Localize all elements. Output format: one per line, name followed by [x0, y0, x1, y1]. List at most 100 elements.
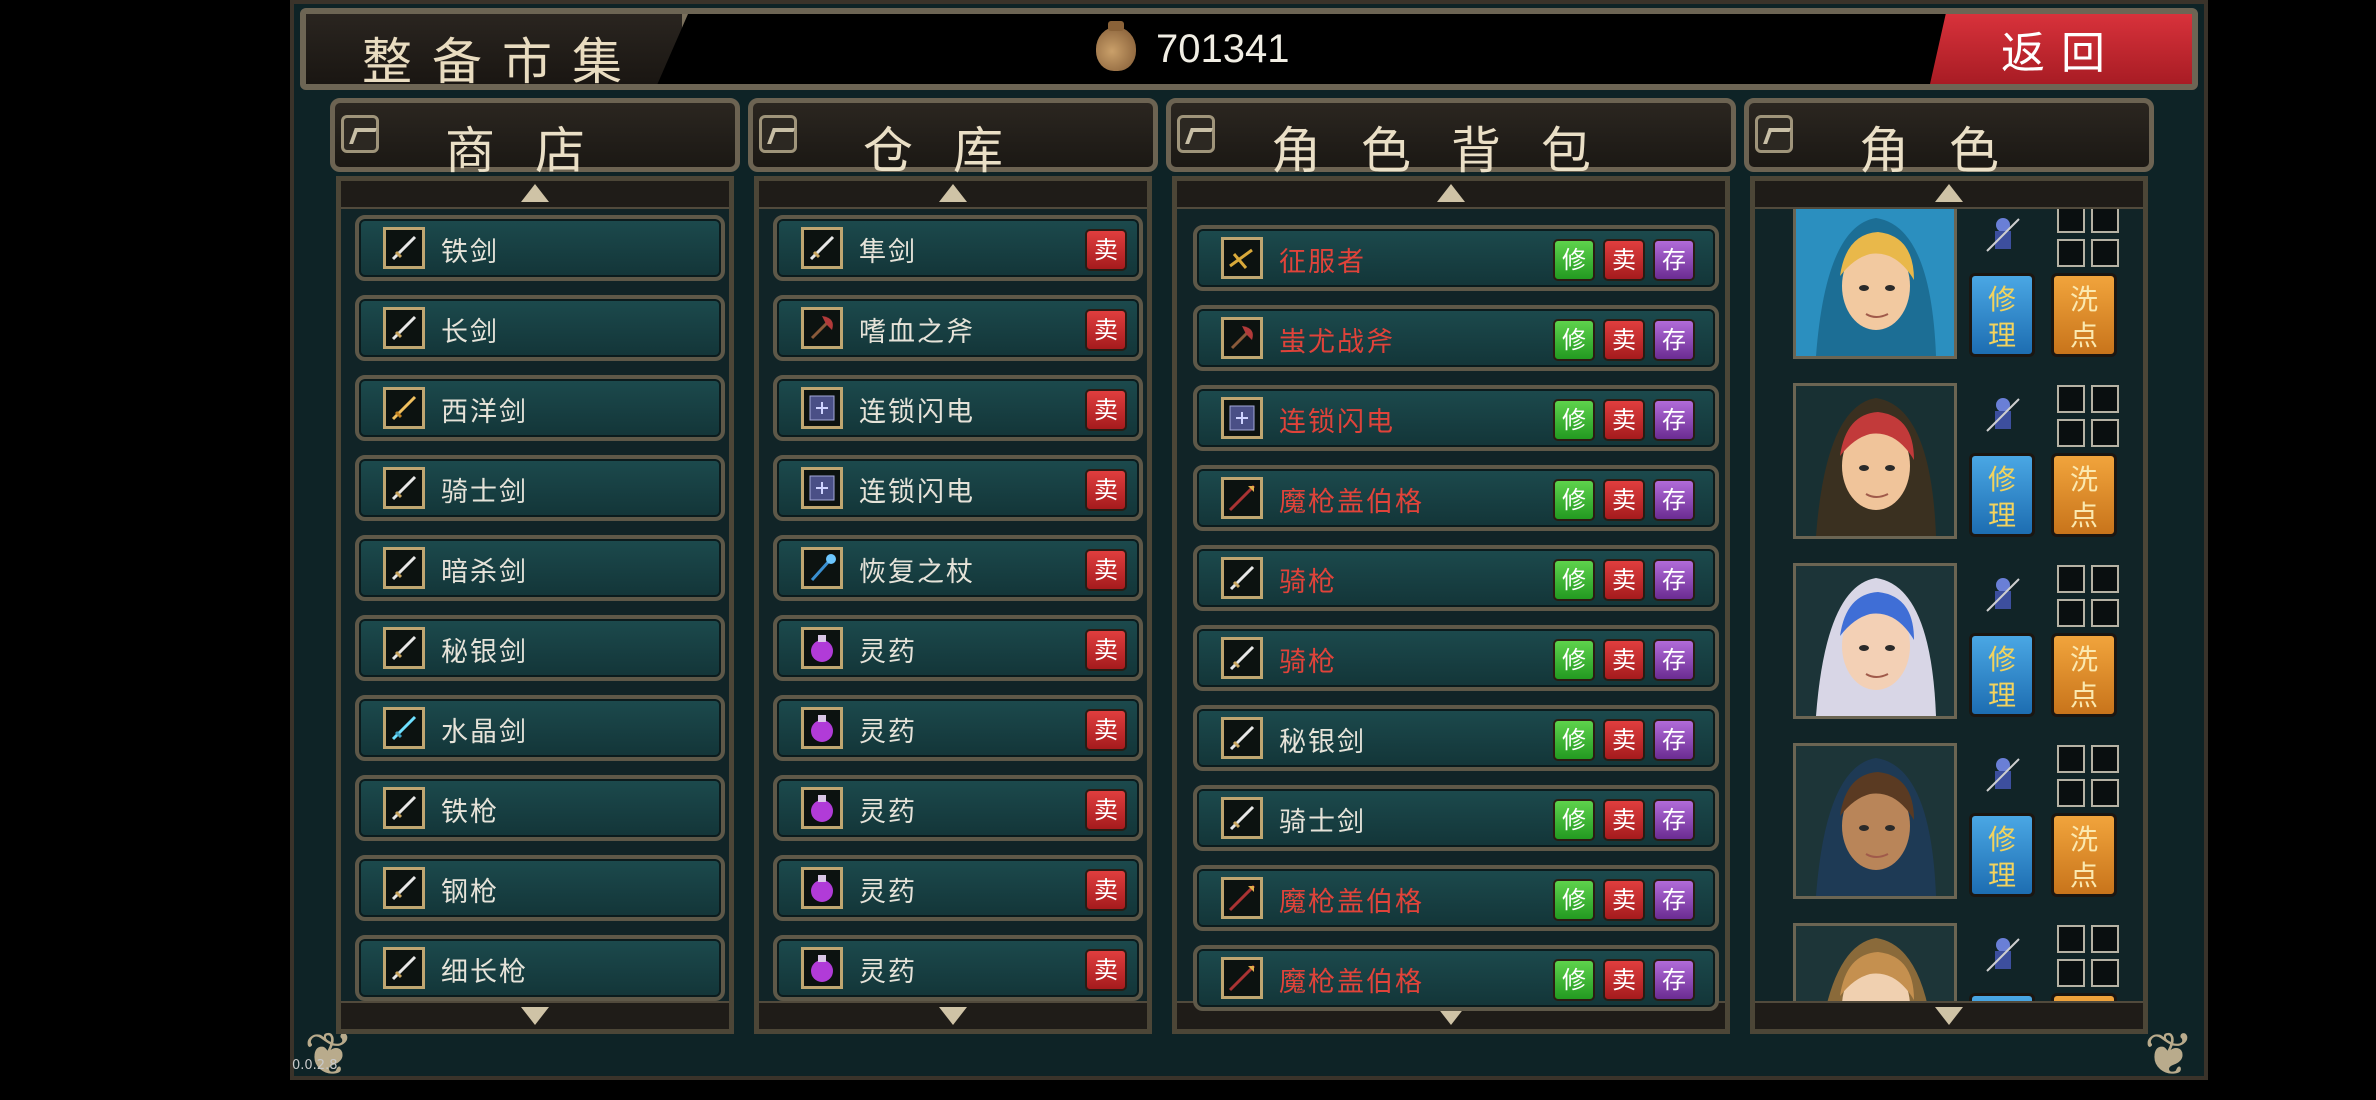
character-portrait[interactable] — [1793, 563, 1957, 719]
scroll-down-arrow[interactable] — [759, 1001, 1147, 1029]
bag-item-row[interactable]: 秘银剑 修卖存 — [1193, 705, 1719, 771]
store-button[interactable]: 存 — [1653, 959, 1695, 1001]
warehouse-item-row[interactable]: 连锁闪电 卖 — [773, 375, 1143, 441]
scroll-up-arrow[interactable] — [341, 181, 729, 209]
bag-item-row[interactable]: 骑枪 修卖存 — [1193, 625, 1719, 691]
bag-item-row[interactable]: 骑士剑 修卖存 — [1193, 785, 1719, 851]
equipment-slot[interactable] — [2057, 385, 2085, 413]
equipment-slot[interactable] — [2057, 779, 2085, 807]
shop-item-row[interactable]: 细长枪 — [355, 935, 725, 1001]
character-portrait[interactable] — [1793, 743, 1957, 899]
character-list[interactable]: 修理洗点修理洗点修理洗点修理洗点修理洗点 — [1750, 176, 2148, 1034]
sell-button[interactable]: 卖 — [1085, 869, 1127, 911]
equipment-slot[interactable] — [2057, 925, 2085, 953]
warehouse-item-row[interactable]: 灵药 卖 — [773, 615, 1143, 681]
shop-item-row[interactable]: 铁剑 — [355, 215, 725, 281]
bag-item-row[interactable]: 蚩尤战斧 修卖存 — [1193, 305, 1719, 371]
equipment-slot[interactable] — [2057, 205, 2085, 233]
store-button[interactable]: 存 — [1653, 559, 1695, 601]
reset-points-button[interactable]: 洗点 — [2051, 633, 2117, 717]
equipment-slot[interactable] — [2057, 239, 2085, 267]
equipment-slot[interactable] — [2057, 745, 2085, 773]
store-button[interactable]: 存 — [1653, 639, 1695, 681]
repair-button[interactable]: 修 — [1553, 319, 1595, 361]
warehouse-item-row[interactable]: 嗜血之斧 卖 — [773, 295, 1143, 361]
scroll-up-arrow[interactable] — [759, 181, 1147, 209]
return-button[interactable]: 返回 — [1930, 14, 2192, 84]
repair-button[interactable]: 修 — [1553, 799, 1595, 841]
bag-item-row[interactable]: 骑枪 修卖存 — [1193, 545, 1719, 611]
store-button[interactable]: 存 — [1653, 399, 1695, 441]
shop-item-row[interactable]: 骑士剑 — [355, 455, 725, 521]
equipment-slot[interactable] — [2057, 599, 2085, 627]
store-button[interactable]: 存 — [1653, 799, 1695, 841]
scroll-down-arrow[interactable] — [341, 1001, 729, 1029]
sell-button[interactable]: 卖 — [1603, 239, 1645, 281]
warehouse-item-row[interactable]: 恢复之杖 卖 — [773, 535, 1143, 601]
equipment-slot[interactable] — [2091, 779, 2119, 807]
sell-button[interactable]: 卖 — [1603, 959, 1645, 1001]
repair-button[interactable]: 修 — [1553, 879, 1595, 921]
sell-button[interactable]: 卖 — [1085, 549, 1127, 591]
equipment-slot[interactable] — [2057, 959, 2085, 987]
equipment-slot[interactable] — [2091, 745, 2119, 773]
shop-item-row[interactable]: 钢枪 — [355, 855, 725, 921]
bag-item-row[interactable]: 魔枪盖伯格 修卖存 — [1193, 465, 1719, 531]
repair-button[interactable]: 修 — [1553, 559, 1595, 601]
sell-button[interactable]: 卖 — [1085, 949, 1127, 991]
scroll-down-arrow[interactable] — [1755, 1001, 2143, 1029]
warehouse-list[interactable]: 隼剑卖嗜血之斧卖连锁闪电卖连锁闪电卖恢复之杖卖灵药卖灵药卖灵药卖灵药卖灵药卖 — [754, 176, 1152, 1034]
sell-button[interactable]: 卖 — [1085, 389, 1127, 431]
equipment-slot[interactable] — [2091, 385, 2119, 413]
shop-item-row[interactable]: 秘银剑 — [355, 615, 725, 681]
sell-button[interactable]: 卖 — [1603, 879, 1645, 921]
store-button[interactable]: 存 — [1653, 719, 1695, 761]
sell-button[interactable]: 卖 — [1085, 629, 1127, 671]
store-button[interactable]: 存 — [1653, 319, 1695, 361]
repair-button[interactable]: 修 — [1553, 959, 1595, 1001]
sell-button[interactable]: 卖 — [1085, 789, 1127, 831]
sell-button[interactable]: 卖 — [1085, 469, 1127, 511]
repair-button[interactable]: 修 — [1553, 479, 1595, 521]
warehouse-item-row[interactable]: 连锁闪电 卖 — [773, 455, 1143, 521]
warehouse-item-row[interactable]: 隼剑 卖 — [773, 215, 1143, 281]
character-portrait[interactable] — [1793, 383, 1957, 539]
warehouse-item-row[interactable]: 灵药 卖 — [773, 775, 1143, 841]
repair-all-button[interactable]: 修理 — [1969, 273, 2035, 357]
reset-points-button[interactable]: 洗点 — [2051, 453, 2117, 537]
sell-button[interactable]: 卖 — [1603, 399, 1645, 441]
repair-all-button[interactable]: 修理 — [1969, 813, 2035, 897]
sell-button[interactable]: 卖 — [1603, 479, 1645, 521]
repair-all-button[interactable]: 修理 — [1969, 633, 2035, 717]
bag-item-row[interactable]: 魔枪盖伯格 修卖存 — [1193, 945, 1719, 1011]
repair-all-button[interactable]: 修理 — [1969, 453, 2035, 537]
store-button[interactable]: 存 — [1653, 879, 1695, 921]
repair-button[interactable]: 修 — [1553, 639, 1595, 681]
store-button[interactable]: 存 — [1653, 239, 1695, 281]
sell-button[interactable]: 卖 — [1603, 719, 1645, 761]
sell-button[interactable]: 卖 — [1603, 639, 1645, 681]
shop-item-row[interactable]: 长剑 — [355, 295, 725, 361]
warehouse-item-row[interactable]: 灵药 卖 — [773, 695, 1143, 761]
bag-item-row[interactable]: 征服者 修卖存 — [1193, 225, 1719, 291]
equipment-slot[interactable] — [2057, 565, 2085, 593]
bag-item-row[interactable]: 魔枪盖伯格 修卖存 — [1193, 865, 1719, 931]
scroll-up-arrow[interactable] — [1755, 181, 2143, 209]
warehouse-item-row[interactable]: 灵药 卖 — [773, 935, 1143, 1001]
character-portrait[interactable] — [1793, 203, 1957, 359]
sell-button[interactable]: 卖 — [1085, 709, 1127, 751]
equipment-slot[interactable] — [2091, 599, 2119, 627]
repair-button[interactable]: 修 — [1553, 719, 1595, 761]
sell-button[interactable]: 卖 — [1603, 559, 1645, 601]
shop-item-row[interactable]: 铁枪 — [355, 775, 725, 841]
sell-button[interactable]: 卖 — [1085, 309, 1127, 351]
shop-item-row[interactable]: 暗杀剑 — [355, 535, 725, 601]
scroll-up-arrow[interactable] — [1177, 181, 1725, 209]
reset-points-button[interactable]: 洗点 — [2051, 813, 2117, 897]
equipment-slot[interactable] — [2091, 239, 2119, 267]
shop-item-row[interactable]: 西洋剑 — [355, 375, 725, 441]
equipment-slot[interactable] — [2091, 925, 2119, 953]
repair-button[interactable]: 修 — [1553, 239, 1595, 281]
sell-button[interactable]: 卖 — [1603, 319, 1645, 361]
bag-list[interactable]: 征服者修卖存蚩尤战斧修卖存连锁闪电修卖存魔枪盖伯格修卖存骑枪修卖存骑枪修卖存秘银… — [1172, 176, 1730, 1034]
